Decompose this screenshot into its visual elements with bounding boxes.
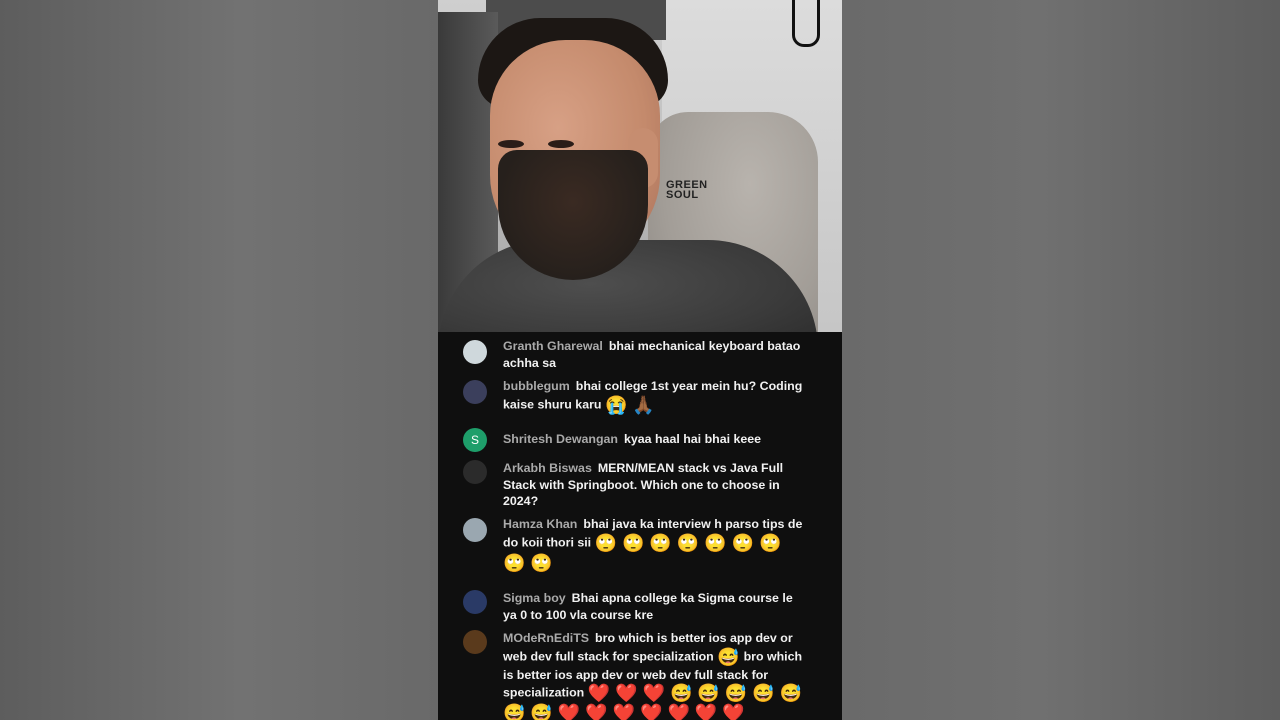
chat-message-text: Granth Gharewal bhai mechanical keyboard … (503, 338, 807, 371)
chat-author[interactable]: Hamza Khan (503, 517, 577, 531)
wall-hook (792, 0, 820, 47)
chat-body: kyaa haal hai bhai keee (623, 432, 762, 446)
background-right (842, 0, 1280, 720)
avatar[interactable] (463, 460, 487, 484)
avatar[interactable] (463, 630, 487, 654)
chat-author[interactable]: bubblegum (503, 379, 570, 393)
shorts-player[interactable]: GREEN SOUL Granth Gharewal bhai mechanica… (438, 0, 842, 720)
chat-author[interactable]: Sigma boy (503, 591, 566, 605)
chat-message-text: Sigma boy Bhai apna college ka Sigma cour… (503, 590, 807, 623)
chat-message-text: Hamza Khan bhai java ka interview h parso… (503, 516, 807, 573)
presenter-eye-right (548, 140, 574, 148)
chair-brand-line2: SOUL (666, 189, 699, 201)
chair-brand-logo: GREEN SOUL (666, 180, 708, 201)
background-left (0, 0, 438, 720)
chat-author[interactable]: Granth Gharewal (503, 339, 603, 353)
avatar[interactable] (463, 590, 487, 614)
chat-message-text: bubblegum bhai college 1st year mein hu? … (503, 378, 807, 415)
video-frame[interactable]: GREEN SOUL (438, 0, 842, 332)
chat-message-text: Arkabh Biswas MERN/MEAN stack vs Java Ful… (503, 460, 807, 510)
chat-message-text: Shritesh Dewangan kyaa haal hai bhai keee (503, 431, 807, 448)
emoji-group: 😭 🙏🏾 (604, 394, 655, 415)
live-chat[interactable]: Granth Gharewal bhai mechanical keyboard … (438, 332, 842, 720)
avatar[interactable] (463, 340, 487, 364)
emoji: 😅 (717, 646, 740, 667)
avatar[interactable] (463, 380, 487, 404)
chat-author[interactable]: MOdeRnEdiTS (503, 631, 589, 645)
presenter-eye-left (498, 140, 524, 148)
avatar[interactable]: S (463, 428, 487, 452)
avatar[interactable] (463, 518, 487, 542)
chat-message-text: MOdeRnEdiTS bro which is better ios app d… (503, 630, 807, 720)
chat-author[interactable]: Arkabh Biswas (503, 461, 592, 475)
chat-author[interactable]: Shritesh Dewangan (503, 432, 618, 446)
